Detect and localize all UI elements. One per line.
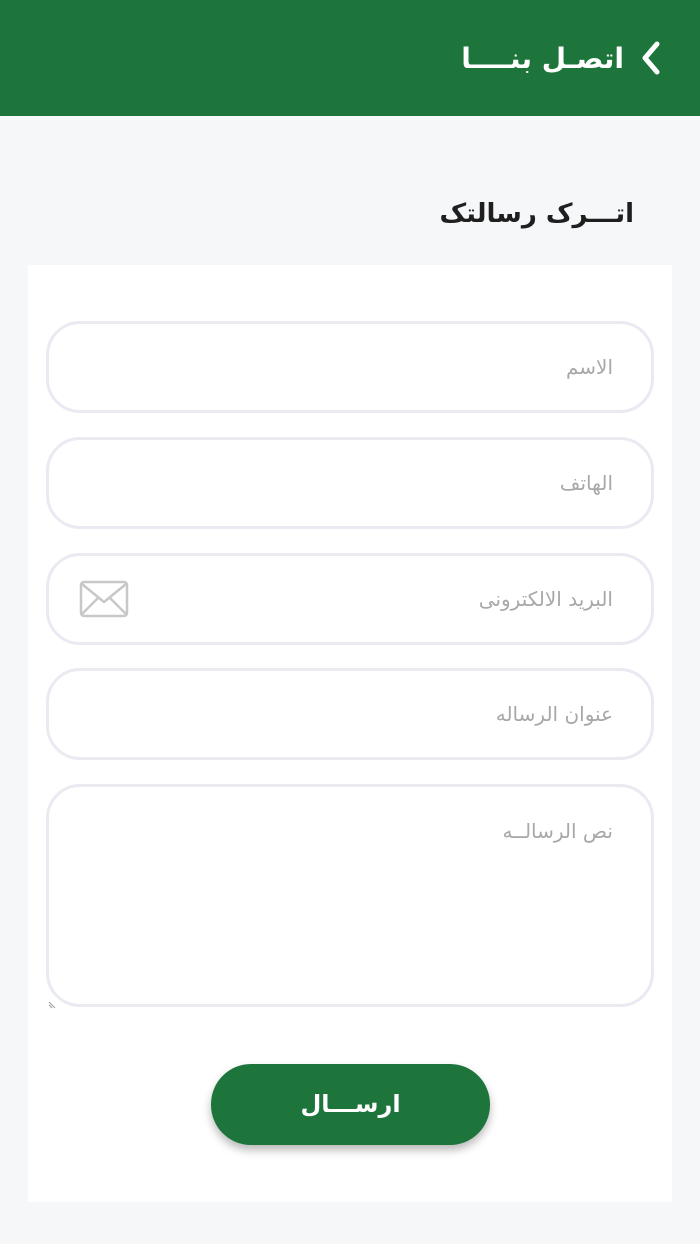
send-button[interactable]: ارســـال [211, 1064, 490, 1145]
email-input[interactable] [49, 556, 651, 642]
subject-input[interactable] [49, 671, 651, 757]
phone-input[interactable] [49, 440, 651, 526]
name-input[interactable] [49, 324, 651, 410]
phone-field-container [46, 437, 654, 529]
name-field-container [46, 321, 654, 413]
contact-form-card: ارســـال [28, 265, 672, 1202]
page-title: اتصـل بنــــا [461, 42, 624, 75]
section-title: اتـــرک رسالتک [439, 199, 634, 229]
back-button[interactable] [636, 39, 666, 77]
message-field-container [46, 784, 654, 1007]
mail-icon [79, 580, 129, 618]
message-textarea[interactable] [49, 787, 651, 1004]
app-header: اتصـل بنــــا [0, 0, 700, 116]
resize-handle-icon[interactable] [48, 994, 56, 1009]
email-field-container [46, 553, 654, 645]
chevron-left-icon [642, 41, 660, 75]
subject-field-container [46, 668, 654, 760]
